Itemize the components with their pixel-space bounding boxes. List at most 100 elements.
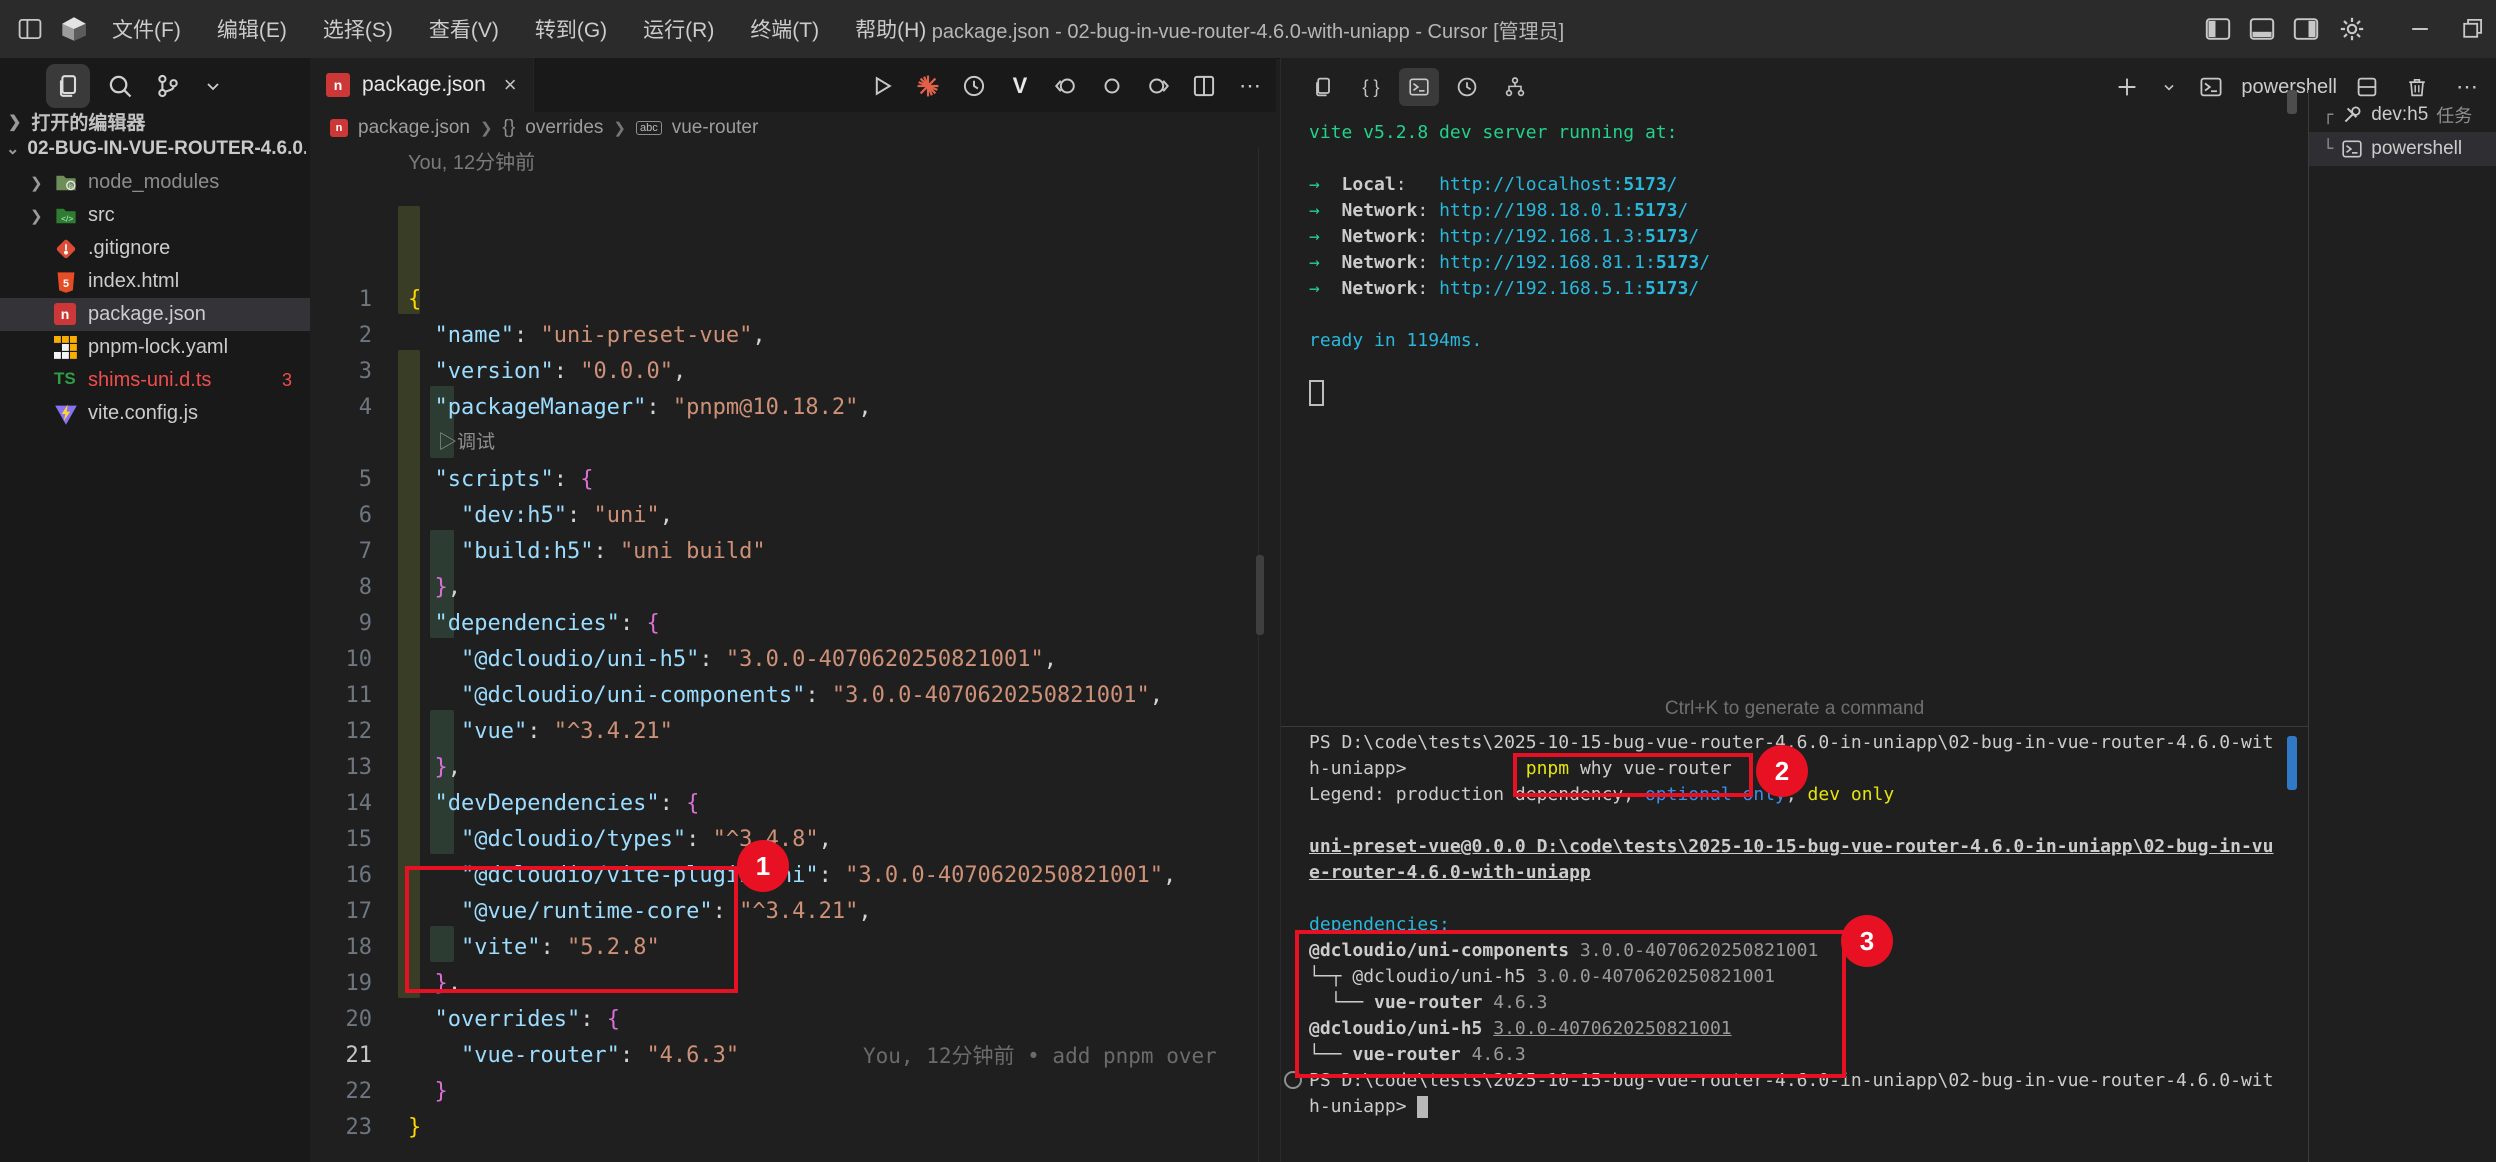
menu-file[interactable]: 文件(F) bbox=[96, 8, 197, 50]
toggle-panel-icon[interactable] bbox=[2240, 7, 2284, 51]
file-package.json[interactable]: npackage.json bbox=[0, 298, 310, 331]
code-line-10[interactable]: 10 "@dcloudio/uni-h5": "3.0.0-4070620250… bbox=[310, 642, 1276, 678]
toggle-secondary-sidebar-icon[interactable] bbox=[2284, 7, 2328, 51]
toggle-primary-sidebar-icon[interactable] bbox=[2196, 7, 2240, 51]
terminal-line: PS D:\code\tests\2025-10-15-bug-vue-rout… bbox=[1309, 730, 2274, 756]
code-line-17[interactable]: 17 "@vue/runtime-core": "^3.4.21", bbox=[310, 894, 1276, 930]
editor-scrollbar[interactable] bbox=[1256, 555, 1264, 635]
explorer-icon[interactable] bbox=[46, 64, 90, 108]
command-decoration-circle[interactable] bbox=[1284, 1071, 1302, 1089]
code-line-13[interactable]: 13 }, bbox=[310, 750, 1276, 786]
nav-change-icon[interactable] bbox=[1092, 68, 1132, 104]
tab-package-json[interactable]: n package.json × bbox=[310, 58, 534, 112]
breadcrumb-section[interactable]: overrides bbox=[525, 117, 603, 139]
codelens-debug[interactable]: ▷调试 bbox=[438, 426, 495, 462]
close-icon[interactable]: × bbox=[504, 72, 517, 98]
code-line-19[interactable]: 19 }, bbox=[310, 966, 1276, 1002]
line-number: 6 bbox=[310, 498, 372, 534]
file-pnpm-lock.yaml[interactable]: pnpm-lock.yaml bbox=[0, 331, 310, 364]
code-line-15[interactable]: 15 "@dcloudio/types": "^3.4.8", bbox=[310, 822, 1276, 858]
terminal-line: ready in 1194ms. bbox=[1309, 328, 1482, 354]
menu-terminal[interactable]: 终端(T) bbox=[734, 8, 835, 50]
menu-run[interactable]: 运行(R) bbox=[627, 8, 730, 50]
explorer-sidebar: ❯打开的编辑器 ⌄02-BUG-IN-VUE-ROUTER-4.6.0... ❯… bbox=[0, 58, 311, 1162]
top-terminal-scrollbar[interactable] bbox=[2287, 90, 2297, 114]
code-line-6[interactable]: 6 "dev:h5": "uni", bbox=[310, 498, 1276, 534]
project-root-item[interactable]: ⌄02-BUG-IN-VUE-ROUTER-4.6.0... bbox=[6, 138, 306, 160]
minimize-button[interactable] bbox=[2398, 7, 2442, 51]
file-index.html[interactable]: 5index.html bbox=[0, 265, 310, 298]
code-line-11[interactable]: 11 "@dcloudio/uni-components": "3.0.0-40… bbox=[310, 678, 1276, 714]
bottom-terminal-scrollbar[interactable] bbox=[2287, 736, 2297, 790]
split-editor-icon[interactable] bbox=[1184, 68, 1224, 104]
terminal-cursor-block bbox=[1417, 1096, 1428, 1118]
file-node_modules[interactable]: ❯jsnode_modules bbox=[0, 166, 310, 199]
code-line-5[interactable]: 5 "scripts": { bbox=[310, 462, 1276, 498]
line-number: 17 bbox=[310, 894, 372, 930]
code-line-23[interactable]: 23} bbox=[310, 1110, 1276, 1146]
search-icon[interactable] bbox=[98, 64, 142, 108]
dependency-tree-icon[interactable] bbox=[1495, 68, 1535, 106]
code-line-4[interactable]: 4 "packageManager": "pnpm@10.18.2", bbox=[310, 390, 1276, 426]
run-button[interactable] bbox=[862, 68, 902, 104]
code-line-18[interactable]: 18 "vite": "5.2.8" bbox=[310, 930, 1276, 966]
chevron-down-icon[interactable] bbox=[196, 64, 230, 108]
folder-src-icon: </> bbox=[54, 204, 78, 228]
menu-go[interactable]: 转到(G) bbox=[519, 8, 623, 50]
code-line-14[interactable]: 14 "devDependencies": { bbox=[310, 786, 1276, 822]
debug-console-icon[interactable]: { } bbox=[1351, 68, 1391, 106]
terminal-line: Legend: production dependency, optional … bbox=[1309, 782, 1894, 808]
output-view-icon[interactable] bbox=[1303, 68, 1343, 106]
terminal-dropdown-icon[interactable] bbox=[2157, 68, 2181, 106]
code-line-1[interactable]: 1{ bbox=[310, 282, 1276, 318]
file-vite.config.js[interactable]: vite.config.js bbox=[0, 397, 310, 430]
file-src[interactable]: ❯</>src bbox=[0, 199, 310, 232]
editor-tab-bar: n package.json × V ⋯ bbox=[310, 58, 1276, 112]
code-text: "vue": "^3.4.21" bbox=[408, 714, 673, 750]
nav-next-change-icon[interactable] bbox=[1138, 68, 1178, 104]
breadcrumb-file[interactable]: package.json bbox=[358, 117, 470, 139]
vue-devtools-icon[interactable]: V bbox=[1000, 68, 1040, 104]
code-line-9[interactable]: 9 "dependencies": { bbox=[310, 606, 1276, 642]
open-editors-section[interactable]: ❯打开的编辑器 bbox=[8, 108, 145, 135]
menu-selection[interactable]: 选择(S) bbox=[307, 8, 409, 50]
menu-view[interactable]: 查看(V) bbox=[413, 8, 515, 50]
file-.gitignore[interactable]: .gitignore bbox=[0, 232, 310, 265]
new-terminal-icon[interactable] bbox=[2107, 68, 2147, 106]
customize-layout-icon[interactable] bbox=[8, 7, 52, 51]
nav-prev-change-icon[interactable] bbox=[1046, 68, 1086, 104]
breadcrumb-symbol[interactable]: vue-router bbox=[672, 117, 759, 139]
code-line-2[interactable]: 2 "name": "uni-preset-vue", bbox=[310, 318, 1276, 354]
code-line-22[interactable]: 22 } bbox=[310, 1074, 1276, 1110]
timeline-view-icon[interactable] bbox=[1447, 68, 1487, 106]
code-text: "dependencies": { bbox=[408, 606, 660, 642]
more-actions-icon[interactable]: ⋯ bbox=[1230, 68, 1270, 104]
uniapp-burst-icon[interactable] bbox=[908, 68, 948, 104]
restore-button[interactable] bbox=[2450, 7, 2494, 51]
code-line-16[interactable]: 16 "@dcloudio/vite-plugin-uni": "3.0.0-4… bbox=[310, 858, 1276, 894]
terminal-tab-powershell[interactable]: └powershell bbox=[2309, 132, 2496, 166]
terminal-split-divider[interactable] bbox=[1281, 726, 2308, 727]
terminal-tab-dev:h5[interactable]: ┌dev:h5任务 bbox=[2309, 98, 2496, 132]
line-number: 5 bbox=[310, 462, 372, 498]
code-line-20[interactable]: 20 "overrides": { bbox=[310, 1002, 1276, 1038]
line-number: 12 bbox=[310, 714, 372, 750]
code-text: { bbox=[408, 282, 421, 318]
code-line-12[interactable]: 12 "vue": "^3.4.21" bbox=[310, 714, 1276, 750]
terminal-line bbox=[1309, 380, 1324, 406]
terminal-line: └── vue-router 4.6.3 bbox=[1309, 1042, 1526, 1068]
code-line-7[interactable]: 7 "build:h5": "uni build" bbox=[310, 534, 1276, 570]
menu-help[interactable]: 帮助(H) bbox=[839, 8, 942, 50]
code-line-3[interactable]: 3 "version": "0.0.0", bbox=[310, 354, 1276, 390]
code-line-8[interactable]: 8 }, bbox=[310, 570, 1276, 606]
terminal-view-icon[interactable] bbox=[1399, 68, 1439, 106]
line-number: 15 bbox=[310, 822, 372, 858]
file-shims-uni.d.ts[interactable]: TSshims-uni.d.ts3 bbox=[0, 364, 310, 397]
code-line-21[interactable]: 21 "vue-router": "4.6.3"You, 12分钟前 • add… bbox=[310, 1038, 1276, 1074]
menu-edit[interactable]: 编辑(E) bbox=[201, 8, 303, 50]
settings-gear-icon[interactable] bbox=[2330, 7, 2374, 51]
timeline-icon[interactable] bbox=[954, 68, 994, 104]
source-control-icon[interactable] bbox=[146, 64, 190, 108]
tab-label: package.json bbox=[362, 73, 486, 97]
terminal-tabs-divider[interactable] bbox=[2308, 90, 2309, 1162]
